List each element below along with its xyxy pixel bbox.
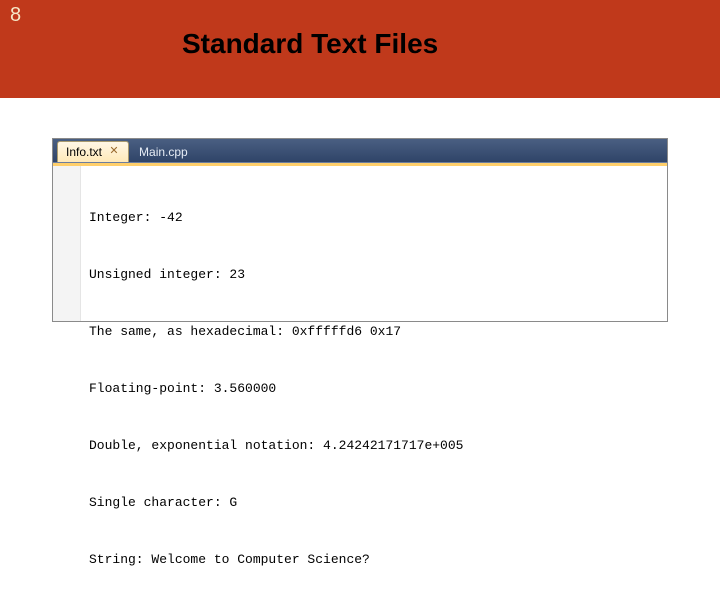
tab-main-cpp[interactable]: Main.cpp [131, 141, 196, 162]
code-line: Integer: -42 [89, 208, 463, 227]
code-line: Unsigned integer: 23 [89, 265, 463, 284]
code-line: Double, exponential notation: 4.24242171… [89, 436, 463, 455]
slide: 8 Standard Text Files Info.txt ✕ Main.cp… [0, 0, 720, 540]
close-icon[interactable]: ✕ [108, 146, 120, 158]
tab-label: Main.cpp [139, 145, 188, 159]
tab-label: Info.txt [66, 145, 102, 159]
file-contents: Integer: -42 Unsigned integer: 23 The sa… [81, 166, 463, 321]
code-line: String: Welcome to Computer Science? [89, 550, 463, 569]
tab-bar: Info.txt ✕ Main.cpp [53, 139, 667, 163]
slide-number: 8 [10, 4, 21, 27]
slide-title: Standard Text Files [182, 28, 438, 60]
editor-screenshot: Info.txt ✕ Main.cpp Integer: -42 Unsigne… [52, 138, 668, 322]
tab-info-txt[interactable]: Info.txt ✕ [57, 141, 129, 162]
header-band: 8 Standard Text Files [0, 0, 720, 98]
line-gutter [53, 166, 81, 321]
code-line: The same, as hexadecimal: 0xfffffd6 0x17 [89, 322, 463, 341]
code-line: Floating-point: 3.560000 [89, 379, 463, 398]
code-line: Single character: G [89, 493, 463, 512]
code-area: Integer: -42 Unsigned integer: 23 The sa… [53, 166, 667, 321]
